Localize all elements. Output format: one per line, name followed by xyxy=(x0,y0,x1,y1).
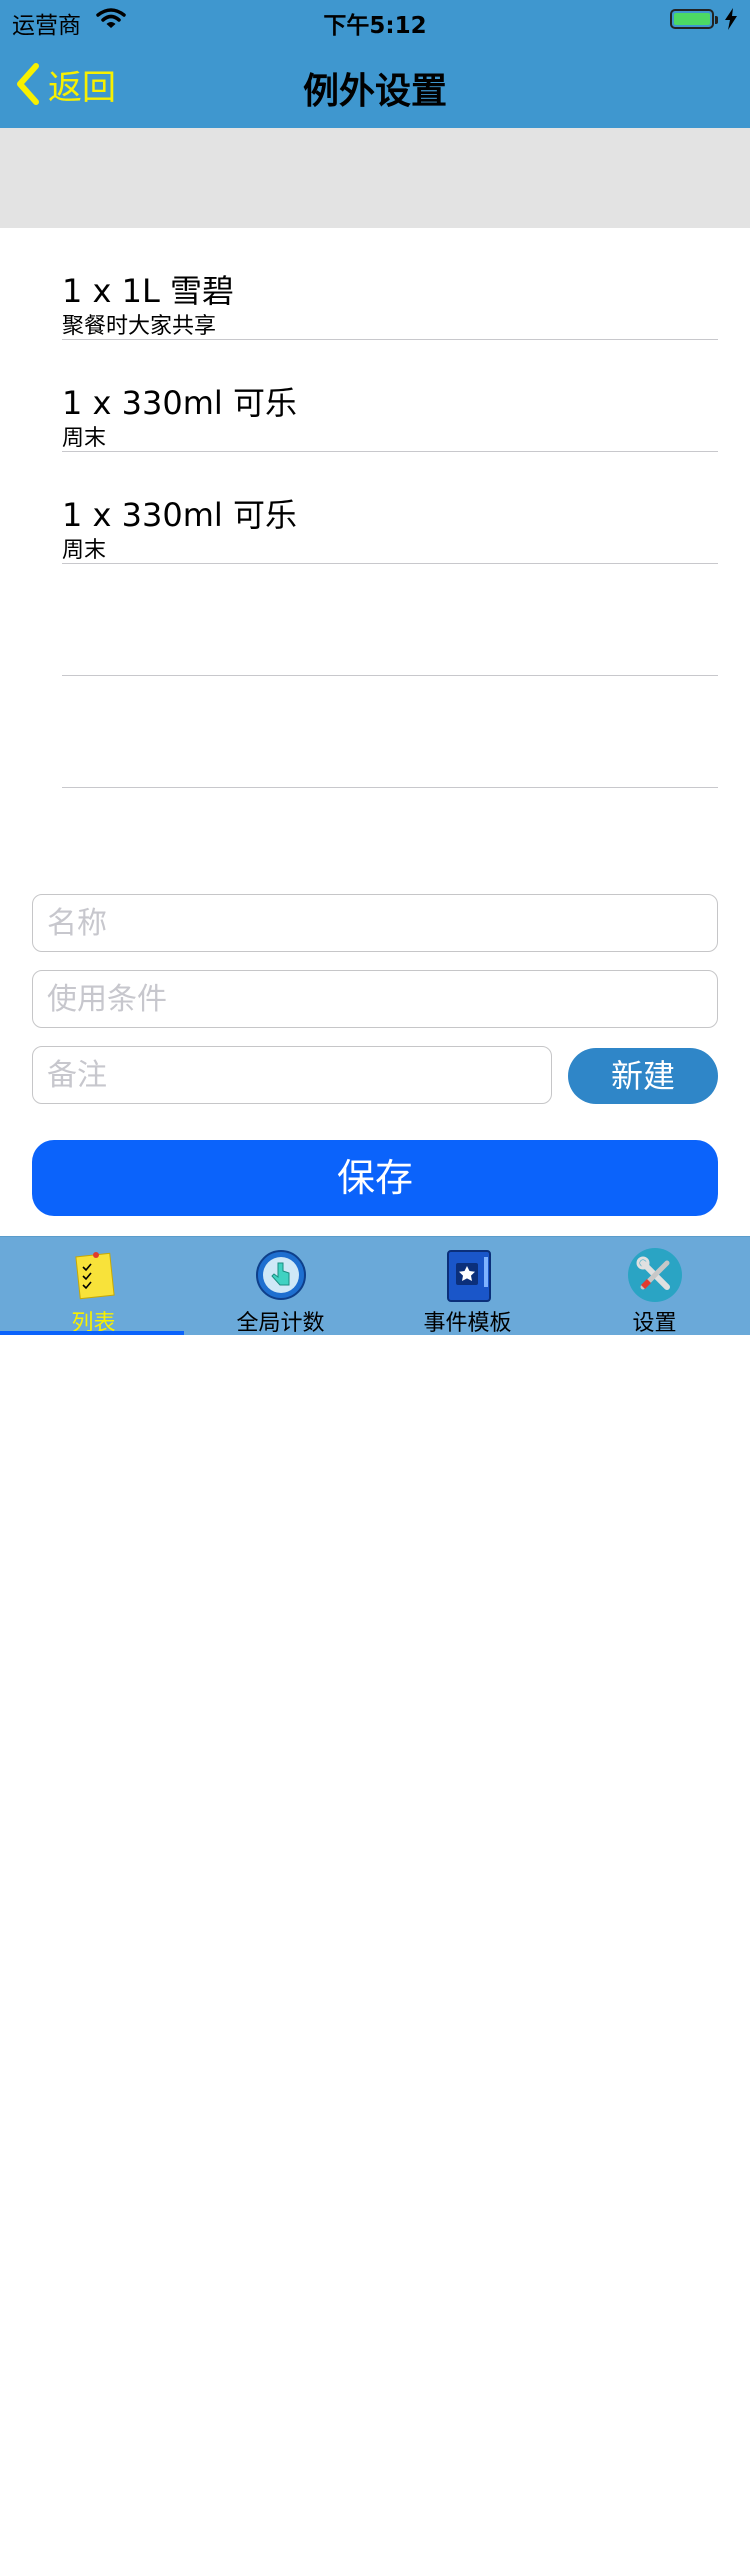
item-name: 1 x 1L 雪碧 xyxy=(62,272,235,310)
name-field[interactable] xyxy=(32,894,718,952)
name-input[interactable] xyxy=(33,895,717,951)
active-tab-indicator xyxy=(0,1331,184,1335)
item-name: 1 x 330ml 可乐 xyxy=(62,496,297,534)
list-item[interactable]: 1 x 1L 雪碧 聚餐时大家共享 xyxy=(62,228,718,340)
item-name: 1 x 330ml 可乐 xyxy=(62,384,297,422)
header: 运营商 下午5:12 返回 例外设置 xyxy=(0,0,750,128)
star-book-icon xyxy=(440,1247,496,1303)
tab-list[interactable]: 列表 xyxy=(0,1237,187,1336)
note-field[interactable] xyxy=(32,1046,552,1104)
new-button[interactable]: 新建 xyxy=(568,1048,718,1104)
battery-level xyxy=(674,13,710,25)
list-item-empty[interactable] xyxy=(62,676,718,788)
note-input[interactable] xyxy=(33,1047,551,1103)
exception-list: 1 x 1L 雪碧 聚餐时大家共享 1 x 330ml 可乐 周末 1 x 33… xyxy=(62,228,718,788)
tab-global-count[interactable]: 全局计数 xyxy=(187,1237,374,1336)
save-button[interactable]: 保存 xyxy=(32,1140,718,1216)
tools-icon xyxy=(627,1247,683,1303)
list-item[interactable]: 1 x 330ml 可乐 周末 xyxy=(62,452,718,564)
tab-label: 设置 xyxy=(632,1311,677,1336)
tab-event-template[interactable]: 事件模板 xyxy=(374,1237,561,1336)
tab-label: 全局计数 xyxy=(236,1311,325,1336)
status-bar: 运营商 下午5:12 xyxy=(0,0,750,40)
condition-field[interactable] xyxy=(32,970,718,1028)
list-item[interactable]: 1 x 330ml 可乐 周末 xyxy=(62,340,718,452)
charging-icon xyxy=(724,8,738,34)
watermark: http://blog.csdn.net/mydo xyxy=(500,2539,750,2559)
condition-input[interactable] xyxy=(33,971,717,1027)
item-condition: 周末 xyxy=(62,538,107,563)
navigation-bar: 返回 例外设置 xyxy=(0,40,750,128)
status-time: 下午5:12 xyxy=(323,13,427,39)
header-spacer xyxy=(0,128,750,228)
battery-icon xyxy=(670,9,718,29)
list-item-empty[interactable] xyxy=(62,564,718,676)
item-condition: 聚餐时大家共享 xyxy=(62,314,217,339)
tap-counter-icon xyxy=(253,1247,309,1303)
checklist-note-icon xyxy=(66,1247,122,1303)
tab-bar: 列表 全局计数 事件模板 设置 http://blog.csdn.net/myd… xyxy=(0,1236,750,2559)
tab-settings[interactable]: 设置 xyxy=(561,1237,748,1336)
tab-label: 事件模板 xyxy=(423,1311,512,1336)
page-title: 例外设置 xyxy=(302,71,447,112)
item-condition: 周末 xyxy=(62,426,107,451)
